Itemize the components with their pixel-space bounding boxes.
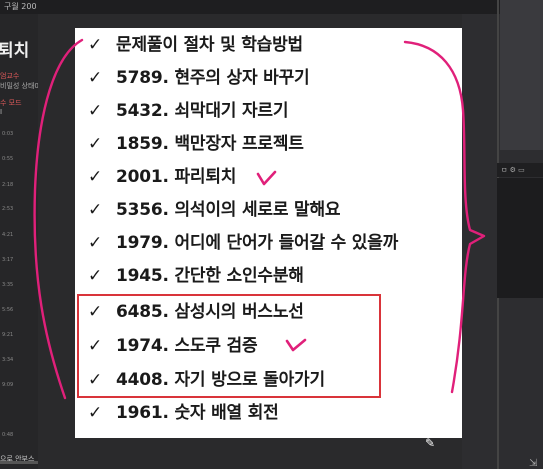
check-icon: ✓: [88, 68, 103, 88]
item-label: 5432. 쇠막대기 자르기: [116, 101, 289, 121]
check-icon: ✓: [88, 134, 103, 154]
right-panel-content: [497, 178, 543, 298]
section-label: 수 모드: [0, 99, 22, 107]
item-label: 5356. 의석이의 세로로 말해요: [116, 200, 341, 220]
item-label: 1945. 간단한 소인수분해: [116, 266, 304, 286]
section-sub: I: [0, 108, 3, 116]
check-icon: ✓: [88, 200, 103, 220]
window-title: 구월 200: [4, 2, 37, 11]
list-item[interactable]: 2:53: [2, 206, 13, 212]
list-item: ✓ 5432. 쇠막대기 자르기: [88, 96, 458, 126]
check-icon: ✓: [88, 35, 103, 55]
check-icon: ✓: [88, 167, 103, 187]
list-item: ✓ 1961. 숫자 배열 회전: [88, 398, 458, 428]
item-label: 1859. 백만장자 프로젝트: [116, 134, 304, 154]
list-item[interactable]: 9:21: [2, 332, 13, 338]
list-item: ✓ 1979. 어디에 단어가 들어갈 수 있을까: [88, 228, 458, 258]
item-label: 문제풀이 절차 및 학습방법: [116, 35, 303, 55]
top-bar: 구월 200: [0, 0, 543, 14]
pen-cursor-icon: ✎: [425, 436, 436, 450]
check-icon: ✓: [88, 233, 103, 253]
left-sidebar: 퇴치 엄교수 비밀성 상태0 수 모드 I 0:03 0:55 2:18 2:5…: [0, 14, 38, 469]
toolbar-icons[interactable]: ㅁ ⚙ ▭: [501, 165, 525, 175]
list-item[interactable]: 5:56: [2, 307, 13, 313]
item-label: 1979. 어디에 단어가 들어갈 수 있을까: [116, 233, 399, 253]
item-label: 2001. 파리퇴치: [116, 167, 237, 187]
sidebar-scrollbar[interactable]: [0, 461, 38, 464]
check-icon: ✓: [88, 266, 103, 286]
list-item[interactable]: 0:55: [2, 156, 13, 162]
list-item: ✓ 1945. 간단한 소인수분해: [88, 261, 458, 291]
list-item[interactable]: 3:17: [2, 257, 13, 263]
professor-label: 엄교수: [0, 72, 20, 80]
list-item: ✓ 5356. 의석이의 세로로 말해요: [88, 195, 458, 225]
list-item[interactable]: 3:35: [2, 282, 13, 288]
resize-grip-icon[interactable]: ⇲: [529, 458, 537, 469]
state-label: 비밀성 상태0: [0, 82, 38, 90]
list-item[interactable]: 0:48: [2, 432, 13, 438]
list-item[interactable]: 3:34: [2, 357, 13, 363]
list-item[interactable]: 9:09: [2, 382, 13, 388]
right-panel-toolbar: ㅁ ⚙ ▭: [497, 163, 543, 177]
list-item: ✓ 1859. 백만장자 프로젝트: [88, 129, 458, 159]
list-item[interactable]: 2:18: [2, 182, 13, 188]
sidebar-title: 퇴치: [0, 41, 30, 61]
list-item[interactable]: 4:21: [2, 232, 13, 238]
list-item: ✓ 2001. 파리퇴치: [88, 162, 458, 192]
item-label: 5789. 현주의 상자 바꾸기: [116, 68, 310, 88]
item-label: 1961. 숫자 배열 회전: [116, 403, 279, 423]
highlight-box: [77, 294, 381, 398]
list-item[interactable]: 0:03: [2, 131, 13, 137]
list-item: ✓ 문제풀이 절차 및 학습방법: [88, 30, 458, 60]
right-panel-preview: [500, 0, 543, 150]
check-icon: ✓: [88, 403, 103, 423]
list-item: ✓ 5789. 현주의 상자 바꾸기: [88, 63, 458, 93]
check-icon: ✓: [88, 101, 103, 121]
